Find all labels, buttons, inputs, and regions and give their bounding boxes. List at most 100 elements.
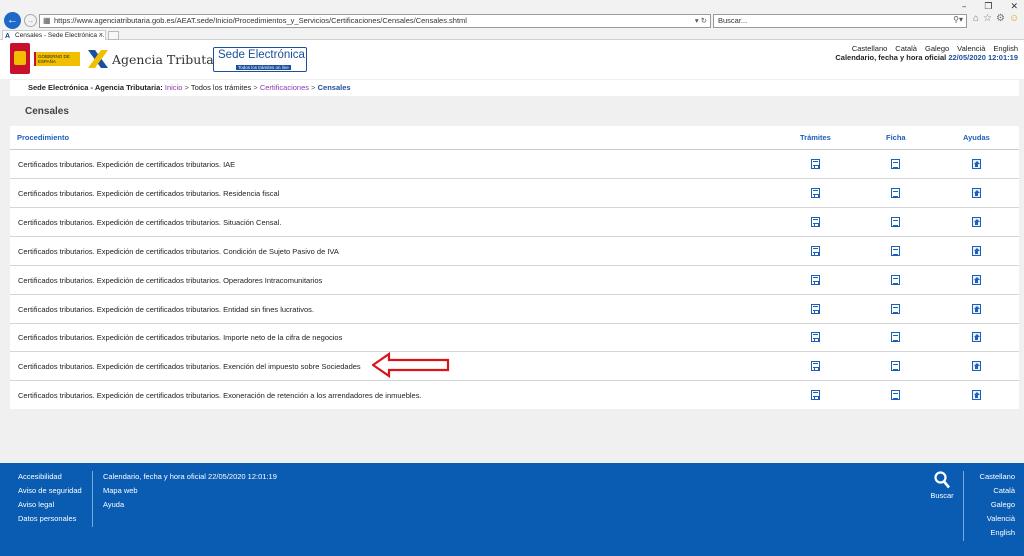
footer-link-aviso-seguridad[interactable]: Aviso de seguridad	[18, 485, 92, 499]
site-icon: ▦	[43, 16, 51, 25]
lang-valencia[interactable]: Valencià	[957, 44, 985, 53]
gobierno-logo[interactable]: GOBIERNO DE ESPAÑA	[8, 43, 80, 74]
browser-search-input[interactable]: Buscar... ⚲▾	[713, 14, 967, 28]
sede-electronica-logo[interactable]: Sede Electrónica Todos los trámites on l…	[213, 47, 307, 72]
header-procedimiento: Procedimiento	[17, 133, 70, 142]
procedure-name: Certificados tributarios. Expedición de …	[18, 160, 236, 169]
restore-icon[interactable]: ❐	[984, 2, 992, 12]
ficha-document-icon[interactable]	[891, 245, 900, 256]
footer-lang-valencia[interactable]: Valencià	[964, 513, 1015, 527]
breadcrumb-inicio[interactable]: Inicio	[165, 83, 183, 92]
ayudas-home-icon[interactable]	[972, 390, 981, 401]
header-ficha: Ficha	[886, 133, 906, 142]
sede-title: Sede Electrónica	[218, 49, 305, 61]
ayudas-home-icon[interactable]	[972, 245, 981, 256]
tramites-icon[interactable]	[811, 390, 820, 401]
ficha-document-icon[interactable]	[891, 187, 900, 198]
datetime-value: 22/05/2020 12:01:19	[948, 53, 1018, 62]
breadcrumb-sep: >	[184, 83, 189, 92]
ficha-document-icon[interactable]	[891, 332, 900, 343]
ayudas-home-icon[interactable]	[972, 187, 981, 198]
procedure-name: Certificados tributarios. Expedición de …	[18, 246, 339, 256]
tramites-icon[interactable]	[811, 216, 820, 227]
footer-search-button[interactable]: Buscar	[925, 471, 959, 500]
back-arrow-icon[interactable]: ←	[4, 12, 21, 29]
window-controls: – ❐ ✕	[962, 2, 1018, 12]
tramites-icon[interactable]	[811, 332, 820, 343]
breadcrumb-todos[interactable]: Todos los trámites	[191, 83, 251, 92]
feedback-smiley-icon[interactable]: ☺	[1009, 13, 1019, 24]
close-icon[interactable]: ✕	[1010, 2, 1018, 12]
footer-link-aviso-legal[interactable]: Aviso legal	[18, 499, 92, 513]
lang-castellano[interactable]: Castellano	[852, 44, 887, 53]
ficha-document-icon[interactable]	[891, 361, 900, 372]
ficha-document-icon[interactable]	[891, 390, 900, 401]
procedure-name: Certificados tributarios. Expedición de …	[18, 362, 361, 372]
breadcrumb: Sede Electrónica - Agencia Tributaria: I…	[10, 80, 1019, 96]
browser-tab[interactable]: A Censales - Sede Electrónica ... ×	[2, 30, 106, 40]
breadcrumb-sep: >	[311, 83, 316, 92]
ayudas-home-icon[interactable]	[972, 274, 981, 285]
header-tramites: Trámites	[800, 133, 831, 142]
table-row: Certificados tributarios. Expedición de …	[10, 237, 1019, 266]
sede-subtitle: Todos los trámites on line	[236, 65, 291, 70]
lock-refresh-icon[interactable]: ▾ ↻	[695, 16, 707, 25]
footer: Accesibilidad Aviso de seguridad Aviso l…	[0, 463, 1024, 556]
footer-link-calendario[interactable]: Calendario, fecha y hora oficial 22/05/2…	[103, 471, 357, 485]
search-placeholder: Buscar...	[718, 16, 748, 25]
footer-language-list: Castellano Català Galego Valencià Englis…	[963, 471, 1015, 541]
lang-english[interactable]: English	[993, 44, 1018, 53]
ayudas-home-icon[interactable]	[972, 361, 981, 372]
procedure-name: Certificados tributarios. Expedición de …	[18, 333, 343, 343]
search-icon[interactable]: ⚲▾	[953, 15, 963, 24]
datetime-label: Calendario, fecha y hora oficial	[835, 53, 947, 62]
search-icon	[934, 471, 950, 489]
table-row: Certificados tributarios. Expedición de …	[10, 381, 1019, 410]
lang-catala[interactable]: Català	[895, 44, 917, 53]
footer-link-ayuda[interactable]: Ayuda	[103, 499, 357, 513]
tramites-icon[interactable]	[811, 187, 820, 198]
gobierno-text: GOBIERNO DE ESPAÑA	[34, 52, 80, 66]
ficha-document-icon[interactable]	[891, 303, 900, 314]
ayudas-home-icon[interactable]	[972, 159, 981, 169]
procedure-name: Certificados tributarios. Expedición de …	[18, 304, 314, 314]
ficha-document-icon[interactable]	[891, 274, 900, 285]
tramites-icon[interactable]	[811, 361, 820, 372]
home-icon[interactable]: ⌂	[973, 13, 979, 24]
ayudas-home-icon[interactable]	[972, 303, 981, 314]
tramites-icon[interactable]	[811, 274, 820, 285]
favorites-star-icon[interactable]: ☆	[983, 13, 992, 24]
footer-link-mapa-web[interactable]: Mapa web	[103, 485, 357, 499]
footer-lang-english[interactable]: English	[964, 527, 1015, 541]
address-bar[interactable]: ▦ https://www.agenciatributaria.gob.es/A…	[39, 14, 711, 28]
footer-link-accesibilidad[interactable]: Accesibilidad	[18, 471, 92, 485]
table-row: Certificados tributarios. Expedición de …	[10, 352, 1019, 382]
footer-link-datos-personales[interactable]: Datos personales	[18, 513, 92, 527]
ayudas-home-icon[interactable]	[972, 332, 981, 343]
forward-arrow-icon[interactable]: →	[24, 14, 37, 27]
table-row: Certificados tributarios. Expedición de …	[10, 150, 1019, 179]
tramites-icon[interactable]	[811, 159, 820, 169]
settings-gear-icon[interactable]: ⚙	[996, 13, 1005, 24]
lang-galego[interactable]: Galego	[925, 44, 949, 53]
breadcrumb-certificaciones[interactable]: Certificaciones	[260, 83, 309, 92]
official-datetime[interactable]: Calendario, fecha y hora oficial 22/05/2…	[835, 53, 1018, 62]
procedure-name: Certificados tributarios. Expedición de …	[18, 391, 422, 401]
table-row: Certificados tributarios. Expedición de …	[10, 266, 1019, 295]
tramites-icon[interactable]	[811, 245, 820, 256]
ayudas-home-icon[interactable]	[972, 216, 981, 227]
table-row: Certificados tributarios. Expedición de …	[10, 179, 1019, 208]
ficha-document-icon[interactable]	[891, 216, 900, 227]
new-tab-button[interactable]	[108, 31, 119, 40]
footer-lang-galego[interactable]: Galego	[964, 499, 1015, 513]
tab-close-icon[interactable]: ×	[99, 31, 103, 40]
tramites-icon[interactable]	[811, 303, 820, 314]
minimize-icon[interactable]: –	[962, 2, 967, 12]
footer-search-label: Buscar	[930, 491, 954, 500]
breadcrumb-sep: >	[253, 83, 258, 92]
footer-lang-castellano[interactable]: Castellano	[964, 471, 1015, 485]
agencia-tributaria-logo[interactable]: Agencia Tributaria	[88, 46, 231, 72]
browser-chrome: – ❐ ✕ ← → ▦ https://www.agenciatributari…	[0, 0, 1024, 40]
footer-lang-catala[interactable]: Català	[964, 485, 1015, 499]
ficha-document-icon[interactable]	[891, 159, 900, 169]
